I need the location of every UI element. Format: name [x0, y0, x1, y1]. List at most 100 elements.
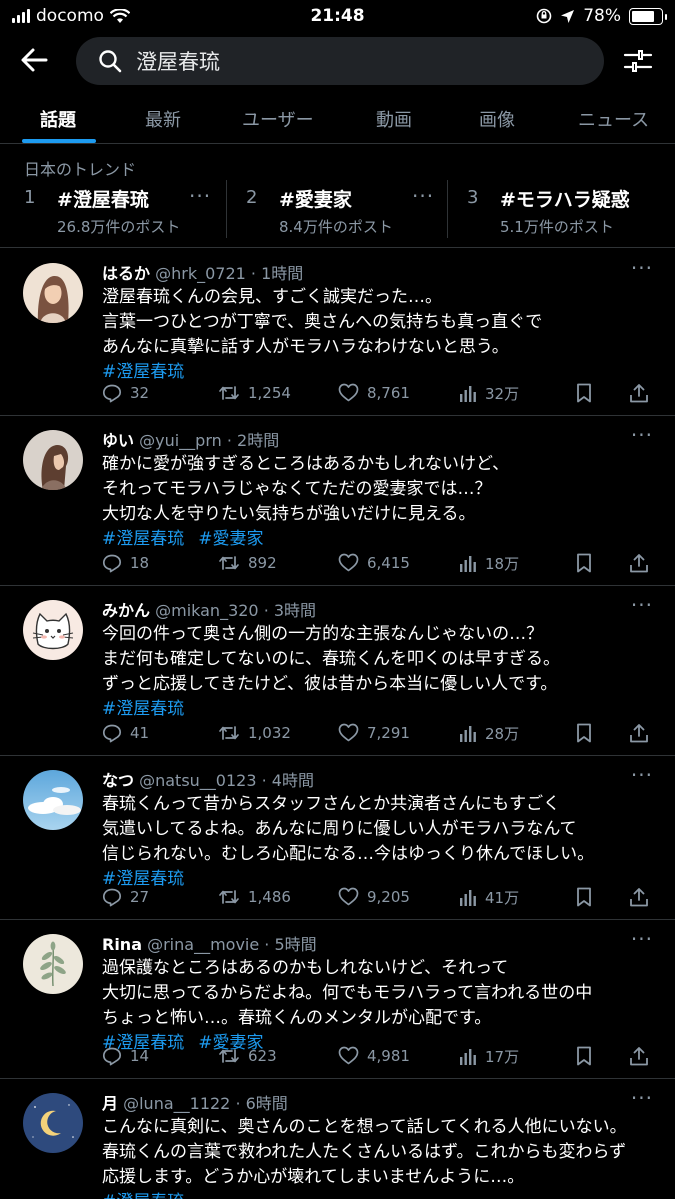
- more-icon[interactable]: ···: [631, 927, 653, 951]
- like-button[interactable]: 9,205: [338, 887, 410, 906]
- more-icon[interactable]: ···: [631, 256, 653, 280]
- author-name[interactable]: 月: [102, 1094, 118, 1113]
- post[interactable]: なつ @natsu__0123 · 4時間 ··· 春琉くんって昔からスタッフさん…: [0, 757, 675, 920]
- repost-button[interactable]: 623: [218, 1046, 277, 1066]
- share-icon: [629, 1046, 649, 1066]
- views-button[interactable]: 18万: [459, 553, 519, 574]
- search-input[interactable]: 澄屋春琉: [76, 37, 604, 85]
- reply-button[interactable]: 41: [102, 723, 149, 743]
- repost-button[interactable]: 1,486: [218, 887, 291, 907]
- bookmark-button[interactable]: [576, 723, 592, 743]
- post-line: 春琉くんって昔からスタッフさんとか共演者さんにもすごく: [102, 794, 561, 814]
- author-handle: @yui__prn: [139, 431, 222, 450]
- separator-dot: ·: [264, 935, 275, 954]
- repost-button[interactable]: 1,032: [218, 723, 291, 743]
- more-icon[interactable]: ···: [631, 423, 653, 447]
- tab-images[interactable]: 画像: [479, 106, 515, 132]
- bookmark-button[interactable]: [576, 553, 592, 573]
- bookmark-button[interactable]: [576, 1046, 592, 1066]
- tab-videos[interactable]: 動画: [376, 106, 412, 132]
- share-button[interactable]: [629, 887, 649, 907]
- post[interactable]: ゆい @yui__prn · 2時間 ··· 確かに愛が強すぎるところはあるかもし…: [0, 417, 675, 586]
- reply-button[interactable]: 18: [102, 553, 149, 573]
- avatar[interactable]: [23, 430, 83, 490]
- trend-item[interactable]: 2 #愛妻家 ··· 8.4万件のポスト: [246, 178, 446, 238]
- post-text: 春琉くんって昔からスタッフさんとか共演者さんにもすごく 気遣いしてるよね。あんなに…: [102, 792, 662, 892]
- share-icon: [629, 887, 649, 907]
- tab-news[interactable]: ニュース: [578, 106, 649, 132]
- author-name[interactable]: はるか: [102, 264, 150, 283]
- post-line: 気遣いしてるよね。あんなに周りに優しい人がモラハラなんて: [102, 819, 577, 839]
- avatar[interactable]: [23, 1093, 83, 1153]
- author-name[interactable]: ゆい: [102, 431, 134, 450]
- tab-latest[interactable]: 最新: [145, 106, 181, 132]
- post[interactable]: 月 @luna__1122 · 6時間 ··· こんなに真剣に、奥さんのことを想っ…: [0, 1080, 675, 1199]
- like-button[interactable]: 7,291: [338, 723, 410, 742]
- more-icon[interactable]: ···: [631, 593, 653, 617]
- reply-button[interactable]: 27: [102, 887, 149, 907]
- trend-count: 26.8万件のポスト: [57, 218, 181, 236]
- reply-count: 27: [130, 888, 150, 906]
- active-tab-indicator: [22, 139, 96, 143]
- author-name[interactable]: Rina: [102, 935, 142, 954]
- more-icon[interactable]: ···: [189, 184, 211, 208]
- post[interactable]: みかん @mikan_320 · 3時間 ··· 今回の件って奥さん側の一方的な主…: [0, 587, 675, 756]
- status-bar: docomo 21:48 78%: [0, 0, 675, 34]
- hashtag-link[interactable]: #澄屋春琉: [102, 529, 184, 549]
- repost-icon: [218, 383, 240, 403]
- avatar[interactable]: [23, 263, 83, 323]
- more-icon[interactable]: ···: [631, 763, 653, 787]
- views-icon: [459, 385, 477, 403]
- trend-item[interactable]: 3 #モラハラ疑惑 5.1万件のポスト: [467, 178, 675, 238]
- hashtag-row: #澄屋春琉 #愛妻家: [102, 527, 662, 552]
- repost-button[interactable]: 1,254: [218, 383, 291, 403]
- hashtag-link[interactable]: #澄屋春琉: [102, 362, 184, 382]
- views-button[interactable]: 32万: [459, 383, 519, 404]
- back-arrow-icon[interactable]: [18, 44, 50, 76]
- tab-trending[interactable]: 話題: [40, 106, 76, 132]
- repost-icon: [218, 553, 240, 573]
- views-button[interactable]: 41万: [459, 887, 519, 908]
- views-button[interactable]: 28万: [459, 723, 519, 744]
- more-icon[interactable]: ···: [631, 1086, 653, 1110]
- views-count: 41万: [485, 889, 520, 907]
- bookmark-button[interactable]: [576, 383, 592, 403]
- views-button[interactable]: 17万: [459, 1046, 519, 1067]
- hashtag-link[interactable]: #澄屋春琉: [102, 869, 184, 889]
- reply-button[interactable]: 14: [102, 1046, 149, 1066]
- share-button[interactable]: [629, 723, 649, 743]
- more-icon[interactable]: ···: [412, 184, 434, 208]
- views-count: 17万: [485, 1048, 520, 1066]
- share-icon: [629, 723, 649, 743]
- post-header: ゆい @yui__prn · 2時間: [102, 427, 279, 451]
- hashtag-link[interactable]: #澄屋春琉: [102, 1192, 184, 1199]
- share-button[interactable]: [629, 553, 649, 573]
- separator-dot: ·: [263, 601, 274, 620]
- author-name[interactable]: みかん: [102, 601, 150, 620]
- views-count: 28万: [485, 725, 520, 743]
- post[interactable]: はるか @hrk_0721 · 1時間 ··· 澄屋春琉くんの会見、すごく誠実だっ…: [0, 250, 675, 416]
- reply-button[interactable]: 32: [102, 383, 149, 403]
- post-text: 澄屋春琉くんの会見、すごく誠実だった…。 言葉一つひとつが丁寧で、奥さんへの気持ち…: [102, 285, 662, 385]
- hashtag-link[interactable]: #澄屋春琉: [102, 699, 184, 719]
- avatar[interactable]: [23, 600, 83, 660]
- separator-dot: ·: [235, 1094, 246, 1113]
- repost-button[interactable]: 892: [218, 553, 277, 573]
- like-button[interactable]: 8,761: [338, 383, 410, 402]
- share-button[interactable]: [629, 383, 649, 403]
- share-button[interactable]: [629, 1046, 649, 1066]
- post-line: ずっと応援してきたけど、彼は昔から本当に優しい人です。: [102, 674, 558, 694]
- like-button[interactable]: 6,415: [338, 553, 410, 572]
- tab-users[interactable]: ユーザー: [242, 106, 314, 132]
- bookmark-button[interactable]: [576, 887, 592, 907]
- hashtag-link[interactable]: #愛妻家: [198, 529, 263, 549]
- trend-item[interactable]: 1 #澄屋春琉 ··· 26.8万件のポスト: [24, 178, 224, 238]
- reply-count: 41: [130, 724, 150, 742]
- like-button[interactable]: 4,981: [338, 1046, 410, 1065]
- post[interactable]: Rina @rina__movie · 5時間 ··· 過保護なところはあるのかも…: [0, 921, 675, 1079]
- author-handle: @rina__movie: [147, 935, 260, 954]
- avatar[interactable]: [23, 770, 83, 830]
- filter-settings-icon[interactable]: [623, 46, 653, 76]
- avatar[interactable]: [23, 934, 83, 994]
- author-name[interactable]: なつ: [102, 771, 134, 790]
